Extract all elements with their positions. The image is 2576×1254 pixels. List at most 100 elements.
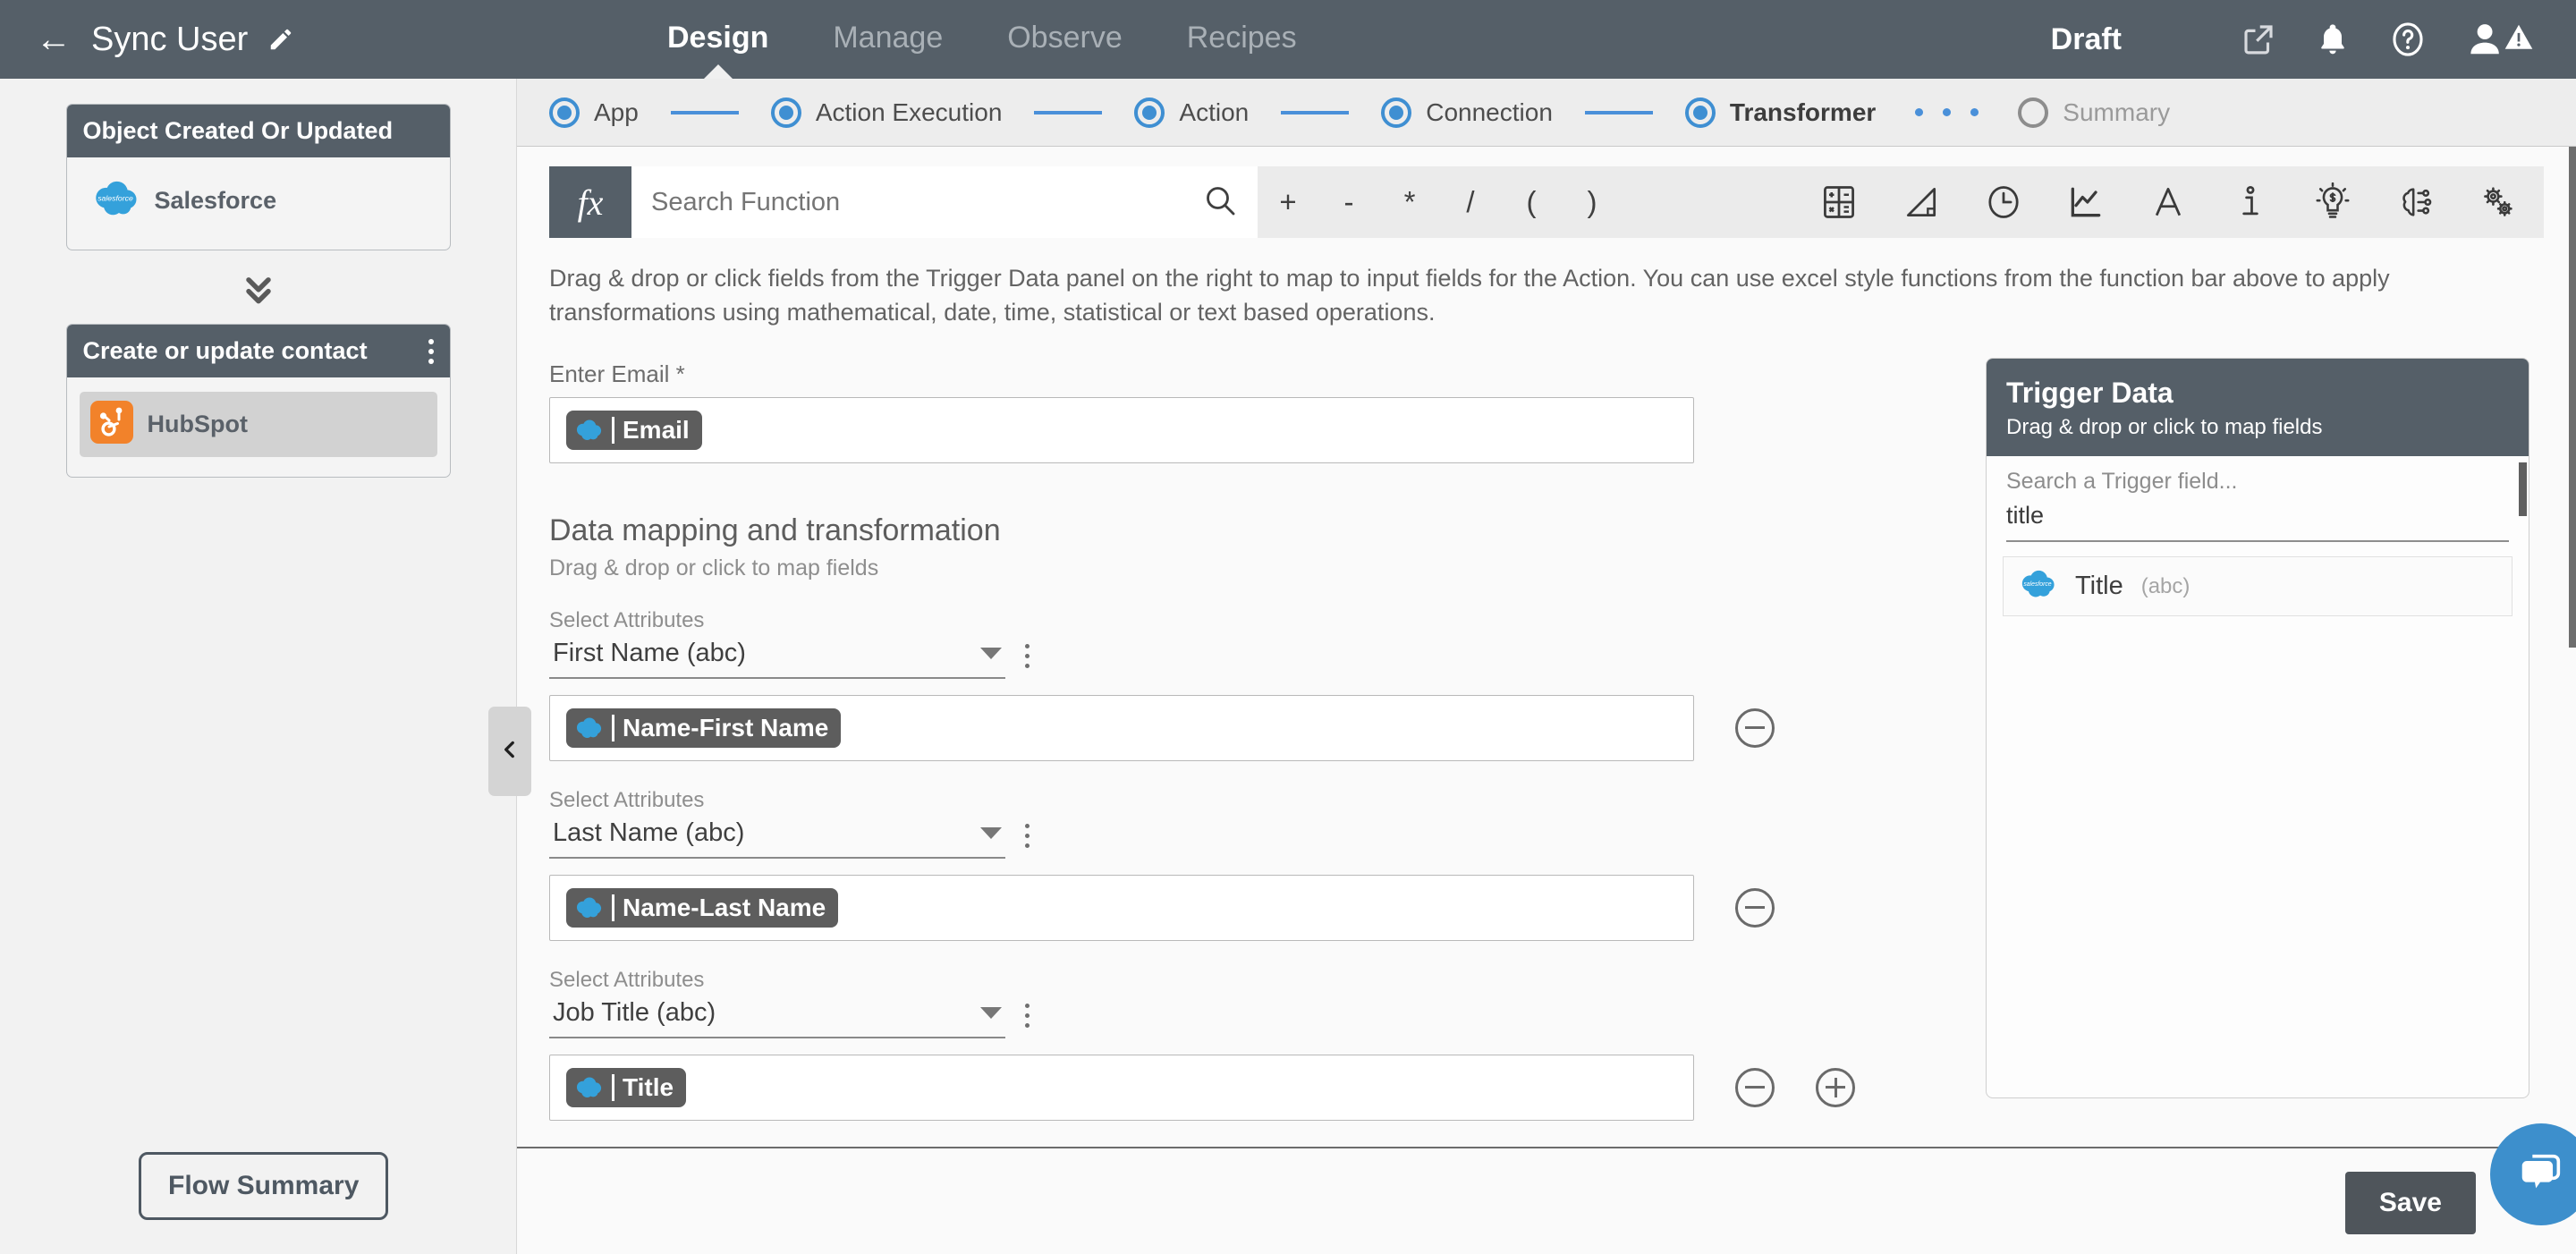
- chevron-down-icon: [980, 826, 1002, 839]
- trigger-app-row[interactable]: salesforce Salesforce: [80, 172, 437, 230]
- salesforce-icon: [573, 419, 604, 442]
- trigger-panel-title: Trigger Data: [2006, 377, 2174, 409]
- tab-recipes[interactable]: Recipes: [1182, 21, 1302, 79]
- salesforce-icon: [573, 1076, 604, 1099]
- function-search-wrapper: [631, 166, 1258, 238]
- svg-text:salesforce: salesforce: [97, 194, 133, 203]
- email-drop-input[interactable]: Email: [549, 396, 1694, 463]
- minus-circle-icon[interactable]: [1735, 887, 1775, 928]
- mapping-drop-input[interactable]: Title: [549, 1054, 1694, 1121]
- chat-fab-button[interactable]: [2490, 1123, 2576, 1225]
- operator-minus[interactable]: -: [1318, 185, 1379, 219]
- app-root: ← Sync User Design Manage Observe Recipe…: [0, 0, 2576, 1254]
- utilities-gears-icon[interactable]: [2478, 182, 2517, 222]
- action-card[interactable]: Create or update contact HubSpot: [65, 324, 451, 478]
- trigger-panel-subtitle: Drag & drop or click to map fields: [2006, 415, 2323, 439]
- pencil-icon[interactable]: [267, 26, 294, 53]
- warning-badge-icon: [2503, 21, 2535, 58]
- trigger-panel-scrollbar[interactable]: [2519, 462, 2527, 516]
- step-radio-icon: [1134, 97, 1165, 128]
- attribute-select[interactable]: First Name (abc): [549, 633, 1005, 679]
- trigger-search-input[interactable]: [2006, 495, 2509, 542]
- row-options-icon[interactable]: [1025, 823, 1030, 848]
- status-badge: Draft: [2050, 21, 2122, 56]
- step-radio-icon: [549, 97, 580, 128]
- action-app-name: HubSpot: [147, 411, 248, 437]
- operator-paren-open[interactable]: (: [1501, 185, 1562, 219]
- operator-divide[interactable]: /: [1440, 185, 1501, 219]
- salesforce-icon: [573, 896, 604, 919]
- back-arrow-icon[interactable]: ←: [36, 21, 72, 57]
- chip-label: Name-Last Name: [623, 893, 826, 921]
- tab-manage[interactable]: Manage: [827, 21, 948, 79]
- sidebar-collapse-handle[interactable]: [488, 707, 531, 796]
- trigonometry-icon[interactable]: [1902, 182, 1941, 222]
- lightbulb-icon[interactable]: [2313, 182, 2352, 222]
- mapping-drop-input[interactable]: Name-First Name: [549, 694, 1694, 761]
- step-summary[interactable]: Summary: [2018, 97, 2170, 128]
- step-label: App: [594, 97, 639, 126]
- operator-paren-close[interactable]: ): [1562, 185, 1623, 219]
- external-link-icon[interactable]: [2240, 21, 2277, 58]
- bell-icon[interactable]: [2315, 21, 2351, 58]
- chip-divider: [612, 894, 614, 921]
- calculator-icon[interactable]: [1819, 182, 1859, 222]
- trigger-field-item[interactable]: salesforce Title (abc): [2003, 556, 2512, 616]
- ai-brain-icon[interactable]: [2395, 182, 2435, 222]
- mapping-drop-input[interactable]: Name-Last Name: [549, 874, 1694, 941]
- minus-circle-icon[interactable]: [1735, 707, 1775, 748]
- info-icon[interactable]: [2231, 182, 2270, 222]
- mapped-field-chip[interactable]: Name-Last Name: [566, 887, 839, 928]
- trigger-field-type: (abc): [2140, 573, 2190, 598]
- action-app-row[interactable]: HubSpot: [79, 392, 437, 457]
- row-options-icon[interactable]: [1025, 643, 1030, 668]
- operator-group: + - * / ( ): [1258, 185, 1623, 219]
- trigger-app-name: Salesforce: [154, 187, 277, 214]
- operator-plus[interactable]: +: [1258, 185, 1318, 219]
- row-options-icon[interactable]: [1025, 1003, 1030, 1028]
- salesforce-icon: salesforce: [90, 181, 140, 221]
- tab-design[interactable]: Design: [662, 21, 774, 79]
- text-format-icon[interactable]: [2148, 182, 2188, 222]
- header-nav: Design Manage Observe Recipes: [662, 0, 1302, 79]
- minus-circle-icon[interactable]: [1735, 1067, 1775, 1107]
- attribute-select[interactable]: Last Name (abc): [549, 813, 1005, 859]
- operator-multiply[interactable]: *: [1379, 185, 1440, 219]
- flow-summary-button[interactable]: Flow Summary: [139, 1152, 389, 1220]
- step-app[interactable]: App: [549, 97, 639, 128]
- save-button[interactable]: Save: [2344, 1172, 2476, 1234]
- step-connection[interactable]: Connection: [1381, 97, 1553, 128]
- chip-label: Name-First Name: [623, 713, 829, 741]
- help-icon[interactable]: [2388, 20, 2428, 59]
- step-action-execution[interactable]: Action Execution: [770, 97, 1002, 128]
- panel-description: Drag & drop or click fields from the Tri…: [549, 265, 2390, 326]
- chevron-down-icon: [980, 1006, 1002, 1019]
- search-icon[interactable]: [1202, 182, 1238, 223]
- trigger-data-panel: Trigger Data Drag & drop or click to map…: [1986, 358, 2529, 1098]
- step-action[interactable]: Action: [1134, 97, 1249, 128]
- attribute-select[interactable]: Job Title (abc): [549, 993, 1005, 1038]
- clock-icon[interactable]: [1984, 182, 2023, 222]
- header-right-group: Draft: [2051, 19, 2576, 60]
- attribute-value: Job Title (abc): [553, 997, 716, 1027]
- hubspot-icon: [89, 401, 133, 448]
- search-function-input[interactable]: [651, 187, 1202, 217]
- statistics-chart-icon[interactable]: [2066, 182, 2106, 222]
- trigger-card[interactable]: Object Created Or Updated salesforce Sal…: [65, 104, 451, 250]
- step-transformer[interactable]: Transformer: [1684, 97, 1876, 128]
- trigger-search-label: Search a Trigger field...: [2006, 469, 2238, 494]
- header-left-group: ← Sync User: [0, 21, 555, 59]
- kebab-menu-icon[interactable]: [428, 338, 434, 364]
- mapped-field-chip[interactable]: Name-First Name: [566, 707, 842, 748]
- main-scrollbar[interactable]: [2569, 147, 2576, 1254]
- plus-circle-icon[interactable]: [1816, 1067, 1855, 1107]
- mapped-field-chip[interactable]: Email: [566, 410, 702, 450]
- step-label: Connection: [1426, 97, 1553, 126]
- svg-text:salesforce: salesforce: [2023, 581, 2051, 588]
- trigger-results-list: salesforce Title (abc): [1987, 542, 2529, 616]
- fx-button[interactable]: fx: [549, 166, 631, 238]
- tab-observe[interactable]: Observe: [1002, 21, 1128, 79]
- double-chevron-down-icon[interactable]: [0, 268, 516, 308]
- mapped-field-chip[interactable]: Title: [566, 1067, 687, 1107]
- avatar[interactable]: [2465, 19, 2535, 60]
